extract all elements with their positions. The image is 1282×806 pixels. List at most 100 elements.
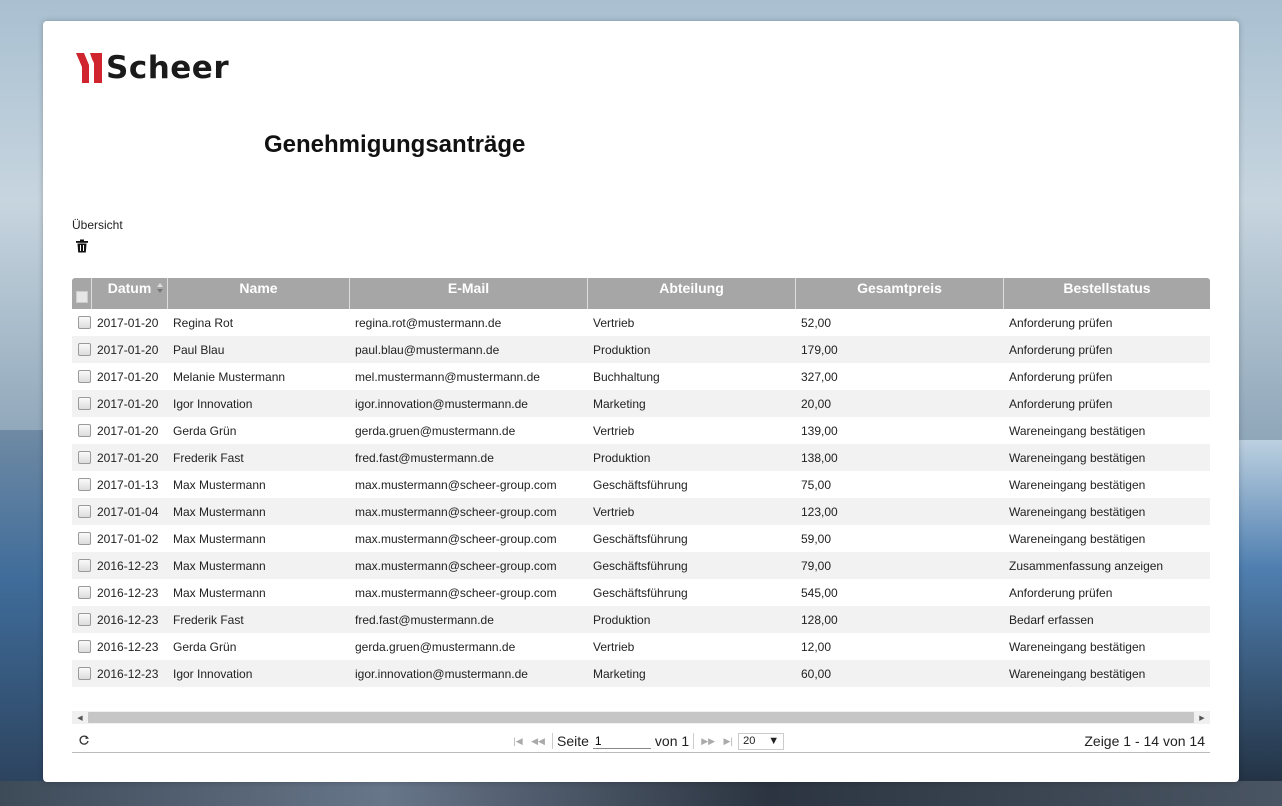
prev-page-icon[interactable]: ◀◀	[528, 736, 548, 747]
scroll-left-icon[interactable]: ◀	[72, 711, 88, 724]
row-checkbox[interactable]	[72, 343, 92, 356]
row-checkbox[interactable]	[72, 451, 92, 464]
table-row[interactable]: 2017-01-20 Regina Rot regina.rot@musterman…	[72, 309, 1210, 336]
table-row[interactable]: 2017-01-13 Max Mustermann max.mustermann@s…	[72, 471, 1210, 498]
grid-body: 2017-01-20 Regina Rot regina.rot@musterman…	[72, 309, 1210, 687]
table-row[interactable]: 2016-12-23 Frederik Fast fred.fast@musterm…	[72, 606, 1210, 633]
cell-abteilung: Marketing	[593, 666, 646, 681]
cell-name: Gerda Grün	[173, 423, 237, 438]
page-size-select[interactable]: 20 ▼	[738, 732, 785, 750]
cell-bestellstatus: Wareneingang bestätigen	[1009, 450, 1146, 465]
page-title: Genehmigungsanträge	[264, 131, 526, 158]
background-person-right	[1238, 440, 1282, 806]
cell-email: regina.rot@mustermann.de	[355, 315, 502, 330]
cell-datum: 2016-12-23	[97, 558, 159, 573]
table-row[interactable]: 2016-12-23 Igor Innovation igor.innovation…	[72, 660, 1210, 687]
table-row[interactable]: 2016-12-23 Gerda Grün gerda.gruen@musterma…	[72, 633, 1210, 660]
cell-email: max.mustermann@scheer-group.com	[355, 558, 557, 573]
cell-name: Max Mustermann	[173, 477, 266, 492]
first-page-icon[interactable]: |◀	[508, 736, 528, 747]
background-person-left	[0, 430, 44, 806]
cell-bestellstatus: Wareneingang bestätigen	[1009, 423, 1146, 438]
cell-datum: 2017-01-13	[97, 477, 159, 492]
cell-abteilung: Vertrieb	[593, 423, 635, 438]
cell-gesamtpreis: 327,00	[801, 369, 838, 384]
cell-gesamtpreis: 128,00	[801, 612, 838, 627]
section-label: Übersicht	[72, 218, 123, 232]
refresh-icon[interactable]	[78, 734, 90, 746]
column-header-gesamtpreis[interactable]: Gesamtpreis	[796, 278, 1004, 309]
table-row[interactable]: 2017-01-20 Frederik Fast fred.fast@musterm…	[72, 444, 1210, 471]
table-row[interactable]: 2017-01-20 Paul Blau paul.blau@mustermann.…	[72, 336, 1210, 363]
page-size-value: 20	[743, 735, 756, 747]
table-row[interactable]: 2017-01-02 Max Mustermann max.mustermann@s…	[72, 525, 1210, 552]
column-header-abteilung[interactable]: Abteilung	[588, 278, 796, 309]
table-row[interactable]: 2017-01-20 Melanie Mustermann mel.musterma…	[72, 363, 1210, 390]
cell-abteilung: Geschäftsführung	[593, 558, 688, 573]
row-checkbox[interactable]	[72, 424, 92, 437]
cell-bestellstatus: Anforderung prüfen	[1009, 585, 1113, 600]
row-checkbox[interactable]	[72, 478, 92, 491]
pager: |◀ ◀◀ Seite von 1 ▶▶ ▶| 20 ▼ Zeige 1 - 1…	[72, 730, 1210, 753]
cell-email: mel.mustermann@mustermann.de	[355, 369, 540, 384]
row-checkbox[interactable]	[72, 613, 92, 626]
row-checkbox[interactable]	[72, 586, 92, 599]
cell-name: Frederik Fast	[173, 612, 244, 627]
cell-bestellstatus: Wareneingang bestätigen	[1009, 666, 1146, 681]
table-row[interactable]: 2016-12-23 Max Mustermann max.mustermann@s…	[72, 579, 1210, 606]
column-header-name[interactable]: Name	[168, 278, 350, 309]
row-checkbox[interactable]	[72, 505, 92, 518]
table-row[interactable]: 2017-01-20 Igor Innovation igor.innovation…	[72, 390, 1210, 417]
cell-abteilung: Vertrieb	[593, 315, 635, 330]
cell-name: Melanie Mustermann	[173, 369, 286, 384]
cell-bestellstatus: Anforderung prüfen	[1009, 315, 1113, 330]
cell-bestellstatus: Wareneingang bestätigen	[1009, 531, 1146, 546]
cell-abteilung: Geschäftsführung	[593, 585, 688, 600]
scheer-logo-mark	[76, 53, 102, 83]
scroll-right-icon[interactable]: ▶	[1194, 711, 1210, 724]
horizontal-scrollbar[interactable]: ◀ ▶	[72, 711, 1210, 724]
column-header-email[interactable]: E-Mail	[350, 278, 588, 309]
column-header-bestellstatus[interactable]: Bestellstatus	[1004, 278, 1210, 309]
cell-bestellstatus: Wareneingang bestätigen	[1009, 504, 1146, 519]
cell-abteilung: Produktion	[593, 450, 651, 465]
cell-name: Igor Innovation	[173, 396, 253, 411]
record-info: Zeige 1 - 14 von 14	[1084, 733, 1205, 749]
cell-datum: 2016-12-23	[97, 612, 159, 627]
row-checkbox[interactable]	[72, 532, 92, 545]
cell-bestellstatus: Bedarf erfassen	[1009, 612, 1094, 627]
logo-text: Scheer	[106, 50, 230, 86]
row-checkbox[interactable]	[72, 316, 92, 329]
cell-email: paul.blau@mustermann.de	[355, 342, 500, 357]
table-row[interactable]: 2017-01-20 Gerda Grün gerda.gruen@musterma…	[72, 417, 1210, 444]
next-page-icon[interactable]: ▶▶	[698, 736, 718, 747]
column-header-datum[interactable]: Datum	[92, 278, 168, 309]
select-all-checkbox[interactable]	[72, 278, 92, 309]
cell-abteilung: Produktion	[593, 612, 651, 627]
row-checkbox[interactable]	[72, 667, 92, 680]
cell-abteilung: Vertrieb	[593, 504, 635, 519]
cell-abteilung: Buchhaltung	[593, 369, 660, 384]
row-checkbox[interactable]	[72, 640, 92, 653]
cell-datum: 2017-01-20	[97, 423, 159, 438]
cell-gesamtpreis: 138,00	[801, 450, 838, 465]
table-row[interactable]: 2017-01-04 Max Mustermann max.mustermann@s…	[72, 498, 1210, 525]
cell-bestellstatus: Anforderung prüfen	[1009, 369, 1113, 384]
trash-icon[interactable]	[75, 239, 89, 253]
row-checkbox[interactable]	[72, 559, 92, 572]
cell-bestellstatus: Zusammenfassung anzeigen	[1009, 558, 1164, 573]
chevron-down-icon: ▼	[768, 735, 780, 747]
row-checkbox[interactable]	[72, 397, 92, 410]
last-page-icon[interactable]: ▶|	[718, 736, 738, 747]
row-checkbox[interactable]	[72, 370, 92, 383]
cell-abteilung: Geschäftsführung	[593, 477, 688, 492]
cell-datum: 2017-01-20	[97, 396, 159, 411]
cell-name: Max Mustermann	[173, 585, 266, 600]
cell-name: Max Mustermann	[173, 504, 266, 519]
cell-gesamtpreis: 52,00	[801, 315, 832, 330]
page-label: Seite	[557, 733, 589, 749]
scroll-thumb[interactable]	[88, 712, 1194, 723]
page-input[interactable]	[592, 733, 651, 749]
table-row[interactable]: 2016-12-23 Max Mustermann max.mustermann@s…	[72, 552, 1210, 579]
cell-gesamtpreis: 59,00	[801, 531, 832, 546]
